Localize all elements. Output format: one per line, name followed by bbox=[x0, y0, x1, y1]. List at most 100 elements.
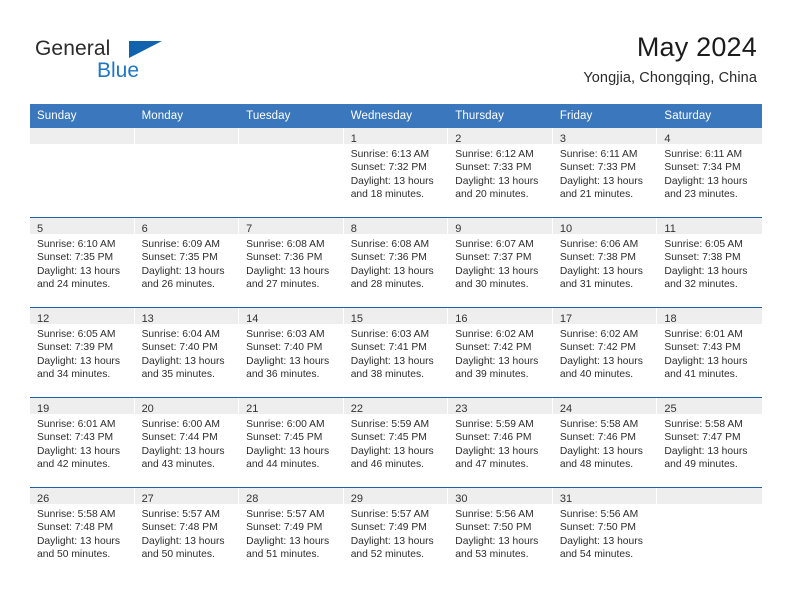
day-number-strip bbox=[239, 128, 344, 144]
day-details: Sunrise: 5:58 AM Sunset: 7:47 PM Daylight:… bbox=[657, 414, 762, 472]
day-details: Sunrise: 5:57 AM Sunset: 7:48 PM Daylight:… bbox=[135, 504, 240, 562]
calendar-day-cell[interactable]: 15 Sunrise: 6:03 AM Sunset: 7:41 PM Dayligh… bbox=[343, 308, 449, 397]
calendar-day-cell[interactable]: 20 Sunrise: 6:00 AM Sunset: 7:44 PM Dayligh… bbox=[134, 398, 240, 487]
daylight-line-1: Daylight: 13 hours bbox=[559, 355, 643, 367]
calendar-day-cell[interactable]: 16 Sunrise: 6:02 AM Sunset: 7:42 PM Dayligh… bbox=[448, 308, 553, 397]
calendar-day-cell[interactable]: 6 Sunrise: 6:09 AM Sunset: 7:35 PM Daylight… bbox=[134, 218, 240, 307]
day-number: 4 bbox=[664, 133, 671, 145]
sunset-line: Sunset: 7:39 PM bbox=[37, 342, 114, 354]
day-number-strip: 10 bbox=[552, 218, 658, 235]
calendar-empty-cell bbox=[239, 128, 344, 217]
day-number-strip: 17 bbox=[552, 308, 658, 325]
calendar-day-cell[interactable]: 26 Sunrise: 5:58 AM Sunset: 7:48 PM Dayligh… bbox=[30, 488, 135, 577]
day-details: Sunrise: 6:09 AM Sunset: 7:35 PM Daylight:… bbox=[135, 234, 240, 292]
daylight-line-2: and 50 minutes. bbox=[37, 549, 111, 561]
sunrise-line: Sunrise: 6:03 AM bbox=[246, 329, 325, 340]
daylight-line-1: Daylight: 13 hours bbox=[246, 445, 330, 457]
daylight-line-2: and 38 minutes. bbox=[350, 369, 424, 381]
sunset-line: Sunset: 7:44 PM bbox=[141, 432, 218, 444]
day-number-strip: 29 bbox=[343, 488, 449, 505]
calendar-day-cell[interactable]: 21 Sunrise: 6:00 AM Sunset: 7:45 PM Dayligh… bbox=[239, 398, 344, 487]
calendar-day-cell[interactable]: 13 Sunrise: 6:04 AM Sunset: 7:40 PM Dayligh… bbox=[134, 308, 240, 397]
sunset-line: Sunset: 7:47 PM bbox=[664, 432, 741, 444]
calendar-day-cell[interactable]: 23 Sunrise: 5:59 AM Sunset: 7:46 PM Dayligh… bbox=[448, 398, 553, 487]
calendar-day-cell[interactable]: 9 Sunrise: 6:07 AM Sunset: 7:37 PM Daylight… bbox=[448, 218, 553, 307]
daylight-line-1: Daylight: 13 hours bbox=[350, 445, 434, 457]
day-number-strip: 15 bbox=[343, 308, 449, 325]
day-details: Sunrise: 6:02 AM Sunset: 7:42 PM Daylight:… bbox=[553, 324, 658, 382]
sunrise-line: Sunrise: 6:05 AM bbox=[664, 239, 743, 250]
daylight-line-1: Daylight: 13 hours bbox=[350, 355, 434, 367]
day-number: 25 bbox=[664, 403, 677, 415]
page-title: May 2024 bbox=[636, 32, 757, 62]
day-number-strip: 21 bbox=[239, 398, 344, 415]
day-number: 3 bbox=[559, 133, 566, 145]
sunset-line: Sunset: 7:46 PM bbox=[559, 432, 636, 444]
calendar-day-cell[interactable]: 10 Sunrise: 6:06 AM Sunset: 7:38 PM Dayligh… bbox=[552, 218, 658, 307]
calendar-day-cell[interactable]: 7 Sunrise: 6:08 AM Sunset: 7:36 PM Daylight… bbox=[239, 218, 344, 307]
daylight-line-2: and 44 minutes. bbox=[246, 459, 320, 471]
calendar-day-cell[interactable]: 27 Sunrise: 5:57 AM Sunset: 7:48 PM Dayligh… bbox=[134, 488, 240, 577]
day-details: Sunrise: 5:56 AM Sunset: 7:50 PM Daylight:… bbox=[553, 504, 658, 562]
calendar-day-cell[interactable]: 30 Sunrise: 5:56 AM Sunset: 7:50 PM Dayligh… bbox=[448, 488, 553, 577]
day-number-strip: 2 bbox=[448, 128, 553, 145]
general-blue-logo[interactable]: General Blue bbox=[35, 38, 162, 81]
sunset-line: Sunset: 7:35 PM bbox=[141, 252, 218, 264]
sunrise-line: Sunrise: 5:56 AM bbox=[455, 509, 534, 520]
sunrise-line: Sunrise: 5:59 AM bbox=[455, 419, 534, 430]
calendar-day-cell[interactable]: 4 Sunrise: 6:11 AM Sunset: 7:34 PM Daylight… bbox=[657, 128, 762, 217]
sunset-line: Sunset: 7:46 PM bbox=[455, 432, 532, 444]
calendar-day-cell[interactable]: 18 Sunrise: 6:01 AM Sunset: 7:43 PM Dayligh… bbox=[657, 308, 762, 397]
daylight-line-2: and 40 minutes. bbox=[559, 369, 634, 381]
calendar-day-cell[interactable]: 29 Sunrise: 5:57 AM Sunset: 7:49 PM Dayligh… bbox=[343, 488, 449, 577]
day-details: Sunrise: 6:10 AM Sunset: 7:35 PM Daylight:… bbox=[30, 234, 135, 292]
logo-text-general: General bbox=[35, 38, 162, 59]
sunset-line: Sunset: 7:33 PM bbox=[455, 162, 532, 174]
calendar-day-cell[interactable]: 11 Sunrise: 6:05 AM Sunset: 7:38 PM Dayligh… bbox=[657, 218, 762, 307]
daylight-line-1: Daylight: 13 hours bbox=[559, 175, 643, 187]
calendar-day-cell[interactable]: 2 Sunrise: 6:12 AM Sunset: 7:33 PM Daylight… bbox=[448, 128, 553, 217]
day-number: 14 bbox=[246, 313, 259, 325]
sunrise-line: Sunrise: 5:57 AM bbox=[141, 509, 220, 520]
daylight-line-1: Daylight: 13 hours bbox=[455, 355, 539, 367]
weekday-header-wednesday: Wednesday bbox=[350, 110, 413, 122]
calendar-day-cell[interactable]: 19 Sunrise: 6:01 AM Sunset: 7:43 PM Dayligh… bbox=[30, 398, 135, 487]
daylight-line-1: Daylight: 13 hours bbox=[37, 535, 120, 547]
day-number-strip: 12 bbox=[30, 308, 135, 325]
day-number: 2 bbox=[455, 133, 462, 145]
day-number-strip: 4 bbox=[657, 128, 762, 145]
sunset-line: Sunset: 7:37 PM bbox=[455, 252, 532, 264]
daylight-line-2: and 54 minutes. bbox=[559, 549, 634, 561]
calendar-day-cell[interactable]: 3 Sunrise: 6:11 AM Sunset: 7:33 PM Daylight… bbox=[552, 128, 658, 217]
calendar-day-cell[interactable]: 25 Sunrise: 5:58 AM Sunset: 7:47 PM Dayligh… bbox=[657, 398, 762, 487]
sunrise-line: Sunrise: 6:08 AM bbox=[246, 239, 325, 250]
calendar-day-cell[interactable]: 1 Sunrise: 6:13 AM Sunset: 7:32 PM Daylight… bbox=[343, 128, 449, 217]
day-details: Sunrise: 5:59 AM Sunset: 7:46 PM Daylight:… bbox=[448, 414, 553, 472]
daylight-line-1: Daylight: 13 hours bbox=[246, 355, 330, 367]
daylight-line-2: and 35 minutes. bbox=[141, 369, 215, 381]
daylight-line-1: Daylight: 13 hours bbox=[37, 265, 120, 277]
sunset-line: Sunset: 7:36 PM bbox=[246, 252, 323, 264]
day-number-strip: 19 bbox=[30, 398, 135, 415]
day-number: 24 bbox=[559, 403, 573, 415]
sunset-line: Sunset: 7:43 PM bbox=[664, 342, 741, 354]
calendar-day-cell[interactable]: 8 Sunrise: 6:08 AM Sunset: 7:36 PM Daylight… bbox=[343, 218, 449, 307]
calendar-day-cell[interactable]: 28 Sunrise: 5:57 AM Sunset: 7:49 PM Dayligh… bbox=[239, 488, 344, 577]
daylight-line-1: Daylight: 13 hours bbox=[455, 445, 539, 457]
sunrise-line: Sunrise: 6:11 AM bbox=[664, 149, 743, 160]
calendar-day-cell[interactable]: 14 Sunrise: 6:03 AM Sunset: 7:40 PM Dayligh… bbox=[239, 308, 344, 397]
day-details: Sunrise: 6:06 AM Sunset: 7:38 PM Daylight:… bbox=[553, 234, 658, 292]
triangle-icon bbox=[129, 41, 162, 58]
calendar-weeks: 1 Sunrise: 6:13 AM Sunset: 7:32 PM Daylight… bbox=[30, 128, 762, 577]
sunset-line: Sunset: 7:40 PM bbox=[246, 342, 323, 354]
calendar-day-cell[interactable]: 5 Sunrise: 6:10 AM Sunset: 7:35 PM Daylight… bbox=[30, 218, 135, 307]
calendar-day-cell[interactable]: 12 Sunrise: 6:05 AM Sunset: 7:39 PM Dayligh… bbox=[30, 308, 135, 397]
weekday-header-thursday: Thursday bbox=[455, 110, 505, 122]
calendar-day-cell[interactable]: 31 Sunrise: 5:56 AM Sunset: 7:50 PM Dayligh… bbox=[552, 488, 658, 577]
day-number: 29 bbox=[350, 493, 363, 505]
calendar-day-cell[interactable]: 24 Sunrise: 5:58 AM Sunset: 7:46 PM Dayligh… bbox=[552, 398, 658, 487]
calendar-day-cell[interactable]: 22 Sunrise: 5:59 AM Sunset: 7:45 PM Dayligh… bbox=[343, 398, 449, 487]
calendar-day-cell[interactable]: 17 Sunrise: 6:02 AM Sunset: 7:42 PM Dayligh… bbox=[552, 308, 658, 397]
day-number: 9 bbox=[455, 223, 462, 235]
day-number-strip: 23 bbox=[448, 398, 553, 415]
